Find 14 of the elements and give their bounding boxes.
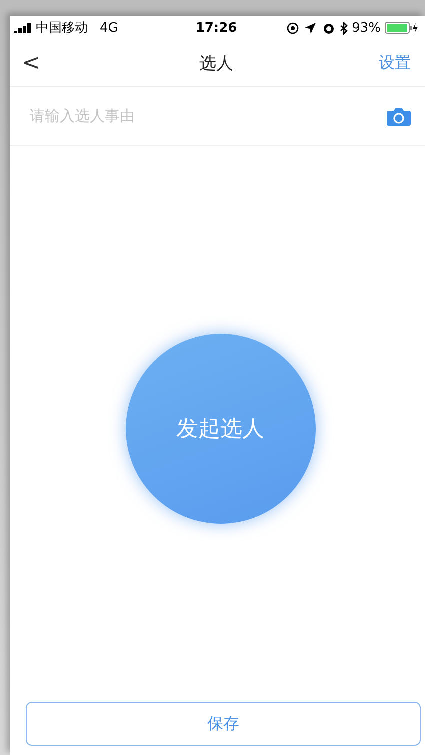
- battery-charging-icon: [385, 22, 420, 34]
- back-button[interactable]: <: [22, 50, 82, 76]
- save-button[interactable]: 保存: [26, 702, 421, 746]
- network-type: 4G: [100, 20, 118, 36]
- battery-percent: 93%: [352, 20, 382, 36]
- status-time: 17:26: [196, 20, 238, 36]
- bluetooth-icon: [340, 22, 348, 34]
- signal-icon: [14, 23, 32, 33]
- camera-icon[interactable]: [387, 106, 411, 126]
- page-title: 选人: [198, 52, 234, 74]
- start-selection-button[interactable]: 发起选人: [126, 334, 316, 524]
- carrier-name: 中国移动: [36, 20, 88, 37]
- settings-link[interactable]: 设置: [351, 52, 411, 74]
- location-icon: [304, 22, 318, 34]
